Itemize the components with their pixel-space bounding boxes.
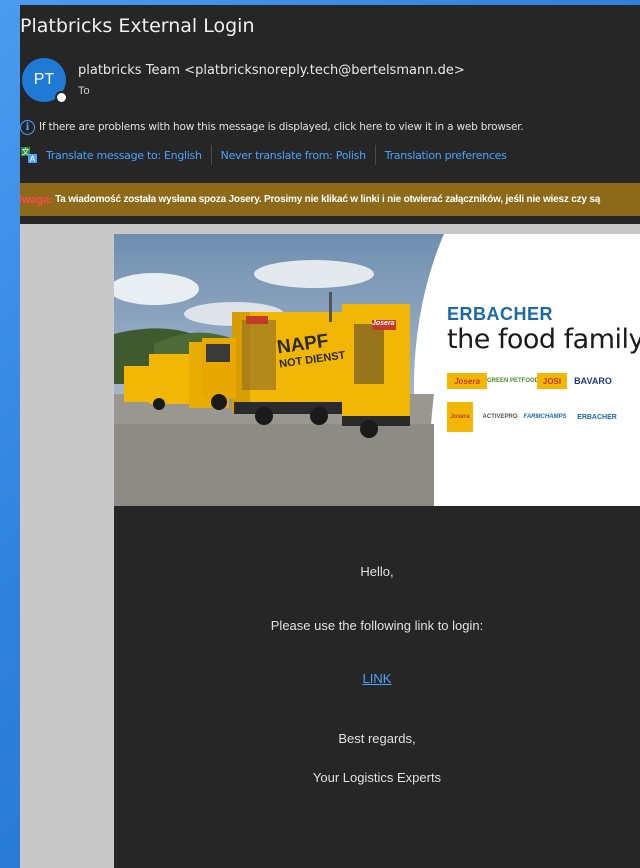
- translation-preferences-link[interactable]: Translation preferences: [385, 149, 507, 162]
- display-problem-text[interactable]: If there are problems with how this mess…: [39, 121, 524, 133]
- translation-bar: 文 A Translate message to: English Never …: [20, 144, 507, 166]
- email-content: NAPF NOT DIENST Josera ERBACHER the food…: [114, 234, 640, 868]
- josi-logo: JOSI: [537, 373, 567, 389]
- presence-status-icon: [55, 91, 68, 104]
- email-reading-pane: Platbricks External Login PT platbricks …: [20, 5, 640, 868]
- instruction-text: Please use the following link to login:: [270, 618, 484, 633]
- message-body-area: NAPF NOT DIENST Josera ERBACHER the food…: [20, 224, 640, 868]
- external-sender-warning: Uwaga: Ta wiadomość została wysłana spoz…: [20, 183, 640, 216]
- activepro-logo: ACTIVEPRO: [482, 414, 518, 420]
- info-icon: i: [20, 119, 35, 135]
- login-link-row: LINK: [114, 671, 640, 686]
- brand-title: ERBACHER: [447, 304, 554, 324]
- warning-label: Uwaga:: [20, 193, 54, 206]
- truck-fleet-photo: [114, 234, 640, 506]
- translate-message-link[interactable]: Translate message to: English: [46, 149, 202, 162]
- sender-address[interactable]: platbricks Team <platbricksnoreply.tech@…: [78, 63, 465, 78]
- email-subject: Platbricks External Login: [20, 15, 255, 37]
- greeting-text: Hello,: [360, 564, 394, 579]
- signature-text: Your Logistics Experts: [312, 770, 442, 785]
- display-problem-notice[interactable]: i If there are problems with how this me…: [20, 118, 524, 136]
- josera-logo-small: Josera: [447, 402, 473, 432]
- green-petfood-logo: GREEN PETFOOD: [487, 378, 540, 384]
- divider: [374, 145, 376, 165]
- erbacher-logo: ERBACHER: [577, 413, 617, 421]
- truck-brand-logo: Josera: [372, 320, 395, 327]
- warning-text: Ta wiadomość została wysłana spoza Joser…: [55, 194, 601, 205]
- josera-logo: Josera: [447, 373, 487, 389]
- login-link[interactable]: LINK: [363, 671, 392, 686]
- bavaro-logo: BAVARO: [574, 376, 612, 386]
- svg-text:A: A: [30, 155, 36, 164]
- divider: [210, 145, 212, 165]
- translate-icon: 文 A: [20, 146, 38, 164]
- closing-text: Best regards,: [338, 731, 416, 746]
- brand-subtitle: the food family: [447, 324, 640, 355]
- never-translate-link[interactable]: Never translate from: Polish: [221, 149, 366, 162]
- recipient-to-label[interactable]: To: [78, 85, 90, 97]
- header-banner: NAPF NOT DIENST Josera ERBACHER the food…: [114, 234, 640, 506]
- farmchamps-logo: FARMCHAMPS: [523, 414, 567, 420]
